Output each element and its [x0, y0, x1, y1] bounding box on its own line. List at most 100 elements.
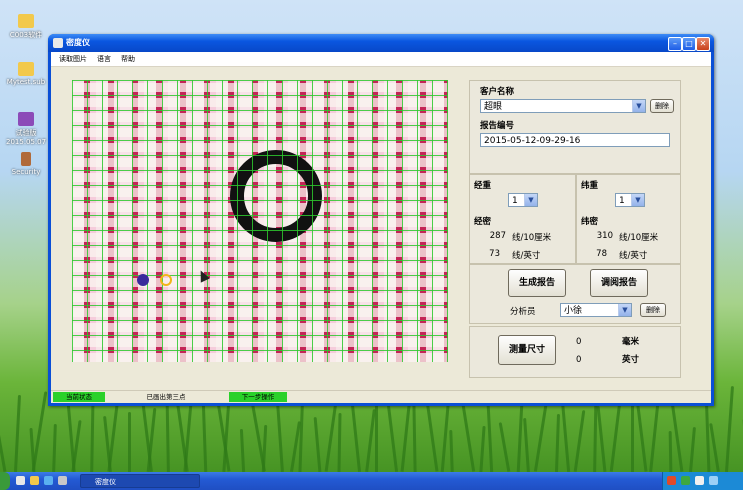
warp-weight-value: 1 [512, 196, 518, 206]
weft-weight-select[interactable]: 1 ▼ [615, 193, 645, 207]
grass-blade [449, 429, 454, 472]
tray-network-icon[interactable] [681, 476, 690, 485]
person-icon [21, 152, 31, 166]
report-number-field[interactable]: 2015-05-12-09-29-16 [480, 133, 670, 147]
grass-blade [649, 398, 660, 472]
warp-density-in-unit: 线/英寸 [512, 251, 541, 261]
ie-icon[interactable] [44, 476, 53, 485]
desktop-icon-label: Mytest.sub [6, 78, 46, 86]
tray-clock-icon[interactable] [709, 476, 718, 485]
menu-bar: 读取图片 语言 帮助 [51, 52, 711, 67]
desktop-icon-label: 试验版 2015.05.07 [6, 129, 47, 146]
weft-density-cm: 310 [596, 231, 613, 241]
grass-blade [411, 400, 417, 472]
folder-icon [18, 14, 34, 28]
chevron-down-icon[interactable]: ▼ [618, 304, 631, 316]
warp-weight-label: 经重 [474, 181, 492, 191]
analyst-label: 分析员 [510, 307, 536, 317]
maximize-button[interactable]: □ [682, 37, 696, 51]
menu-help[interactable]: 帮助 [121, 54, 135, 64]
grass-blade [523, 417, 530, 472]
taskbar-app-button[interactable]: 密度仪 [80, 474, 200, 488]
customer-panel: 客户名称 超眼 ▼ 删除 报告编号 2015-05-12-09-29-16 [469, 80, 681, 174]
measure-panel: 测量尺寸 0 毫米 0 英寸 [469, 326, 681, 378]
crosshair-icon [160, 274, 172, 286]
grass-blade [128, 412, 131, 472]
close-button[interactable]: ✕ [696, 37, 710, 51]
grass-blade [13, 394, 21, 472]
grass-blade [554, 413, 561, 472]
customer-delete-button[interactable]: 删除 [650, 99, 674, 113]
app-icon [53, 38, 63, 48]
media-icon[interactable] [58, 476, 67, 485]
menu-read-image[interactable]: 读取图片 [59, 54, 87, 64]
action-panel: 生成报告 调阅报告 分析员 小徐 ▼ 删除 [469, 264, 681, 324]
desktop-icon-folder[interactable]: C003软件 [6, 14, 46, 40]
grass-blade [688, 426, 696, 472]
grass-blade [479, 425, 486, 472]
measure-mm-value: 0 [576, 337, 582, 347]
grass-blade [725, 386, 734, 472]
analyst-delete-button[interactable]: 删除 [640, 303, 666, 317]
measure-mm-unit: 毫米 [622, 337, 640, 347]
chevron-down-icon[interactable]: ▼ [632, 100, 645, 112]
taskbar: 密度仪 [0, 472, 743, 490]
desktop-icon-folder-2[interactable]: Mytest.sub [6, 62, 46, 86]
weft-density-cm-unit: 线/10厘米 [619, 233, 659, 243]
grass-blade [52, 423, 57, 472]
grass-blade [708, 423, 720, 472]
minimize-button[interactable]: – [668, 37, 682, 51]
customer-label: 客户名称 [480, 87, 515, 97]
next-step-badge: 下一步操作 [229, 392, 287, 402]
fabric-image-panel[interactable] [72, 80, 448, 362]
warp-panel: 经重 1 ▼ 经密 287 线/10厘米 73 线/英寸 [469, 174, 576, 264]
view-report-button[interactable]: 调阅报告 [590, 269, 648, 297]
analyst-select[interactable]: 小徐 ▼ [560, 303, 632, 317]
customer-select[interactable]: 超眼 ▼ [480, 99, 646, 113]
warp-weight-select[interactable]: 1 ▼ [508, 193, 538, 207]
warp-density-in: 73 [489, 249, 500, 259]
title-bar[interactable]: 密度仪 – □ ✕ [48, 34, 714, 52]
chevron-down-icon[interactable]: ▼ [631, 194, 644, 206]
window-title: 密度仪 [66, 38, 90, 47]
grass-blade [336, 412, 342, 472]
tray-app-icon[interactable] [667, 476, 676, 485]
density-grid-overlay [72, 80, 448, 362]
app-window: 密度仪 – □ ✕ 读取图片 语言 帮助 客户名称 超眼 ▼ 删除 报告编号 2… [48, 34, 714, 406]
generate-report-button[interactable]: 生成报告 [508, 269, 566, 297]
grass-blade [364, 409, 376, 472]
start-button[interactable] [0, 472, 10, 490]
weft-density-label: 纬密 [581, 217, 599, 227]
desktop-icon[interactable] [16, 476, 25, 485]
grass-blade [201, 399, 208, 472]
measure-in-value: 0 [576, 355, 582, 365]
desktop-icon-file[interactable]: 试验版 2015.05.07 [6, 112, 46, 146]
warp-density-cm-unit: 线/10厘米 [512, 233, 552, 243]
chevron-down-icon[interactable]: ▼ [524, 194, 537, 206]
grass-blade [239, 428, 245, 472]
grass-blade [596, 406, 607, 472]
grass-blade [261, 424, 267, 472]
system-tray [662, 472, 743, 490]
explorer-icon[interactable] [30, 476, 39, 485]
warp-density-label: 经密 [474, 217, 492, 227]
analyst-value: 小徐 [564, 306, 583, 316]
tray-volume-icon[interactable] [695, 476, 704, 485]
desktop-icon-person[interactable]: Security [6, 152, 46, 176]
grass-blade [313, 416, 321, 472]
report-label: 报告编号 [480, 121, 515, 131]
current-state-badge: 当前状态 [53, 392, 105, 402]
desktop-icon-label: Security [11, 168, 41, 176]
grass-blade [498, 422, 511, 472]
measure-size-button[interactable]: 测量尺寸 [498, 335, 556, 365]
status-bar: 当前状态 已画出第三点 下一步操作 [51, 390, 711, 403]
menu-language[interactable]: 语言 [97, 54, 111, 64]
grass-blade [573, 410, 586, 472]
point-marker-icon [137, 274, 149, 286]
weft-density-in-unit: 线/英寸 [619, 251, 648, 261]
weft-weight-label: 纬重 [581, 181, 599, 191]
grass-blade [31, 391, 47, 472]
grass-blade [631, 402, 634, 472]
weft-panel: 纬重 1 ▼ 纬密 310 线/10厘米 78 线/英寸 [576, 174, 681, 264]
window-client: 读取图片 语言 帮助 客户名称 超眼 ▼ 删除 报告编号 2015-05-12-… [51, 52, 711, 403]
